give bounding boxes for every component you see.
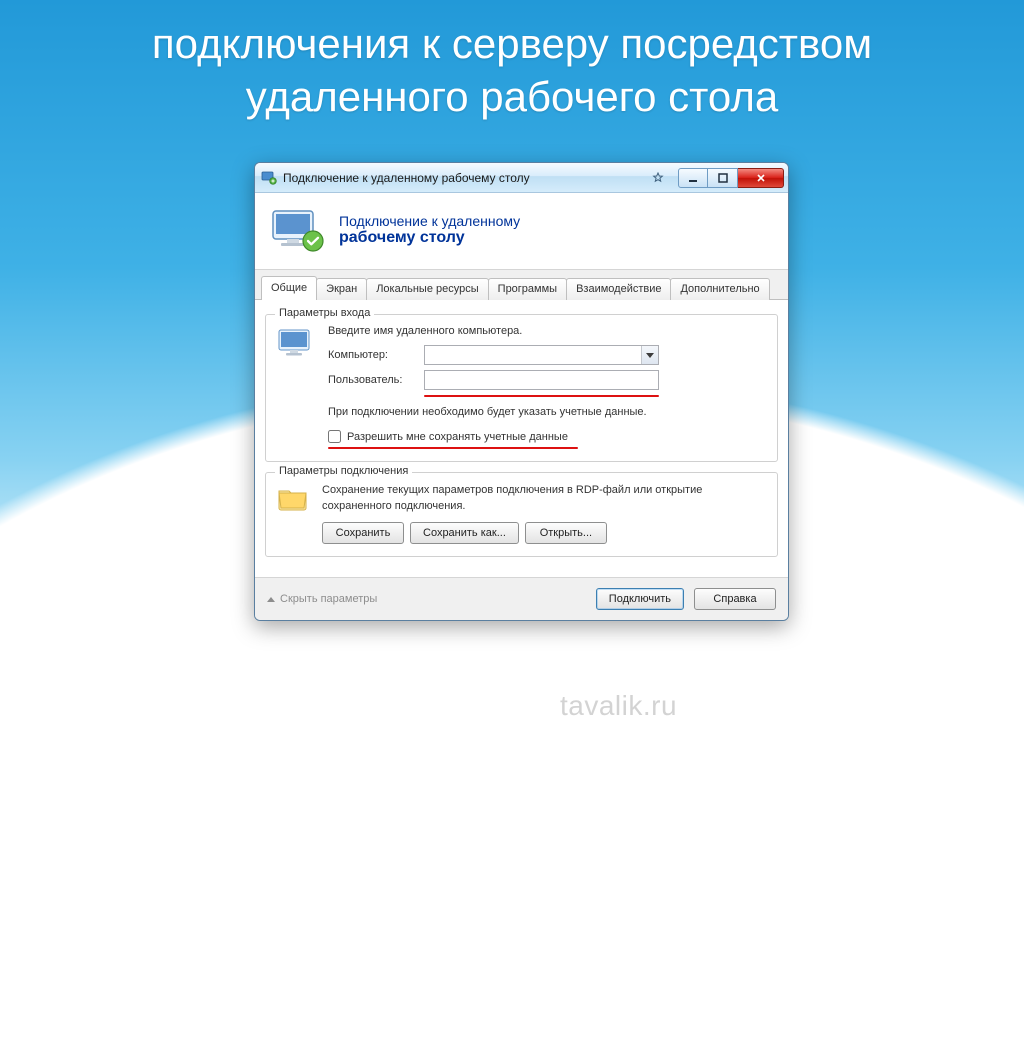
- login-group: Параметры входа Введите имя удаленного к…: [265, 314, 778, 462]
- header-banner: Подключение к удаленному рабочему столу: [255, 193, 788, 270]
- rdp-window: Подключение к удаленному рабочему столу: [254, 162, 789, 621]
- caret-up-icon: [267, 597, 275, 602]
- user-input[interactable]: [424, 370, 659, 390]
- connection-group-legend: Параметры подключения: [275, 465, 412, 477]
- user-label: Пользователь:: [328, 374, 418, 386]
- connection-desc: Сохранение текущих параметров подключени…: [322, 483, 767, 514]
- save-as-button[interactable]: Сохранить как...: [410, 522, 519, 544]
- minimize-button[interactable]: [678, 168, 708, 188]
- tab-general[interactable]: Общие: [261, 276, 317, 300]
- tab-advanced[interactable]: Дополнительно: [670, 278, 769, 300]
- connection-group: Параметры подключения Сохранение текущих…: [265, 472, 778, 557]
- window-title: Подключение к удаленному рабочему столу: [283, 171, 640, 185]
- folder-icon: [276, 483, 310, 544]
- maximize-button[interactable]: [708, 168, 738, 188]
- rdp-banner-icon: [269, 207, 327, 253]
- tab-local-resources[interactable]: Локальные ресурсы: [366, 278, 488, 300]
- pin-icon[interactable]: [646, 172, 670, 184]
- help-button[interactable]: Справка: [694, 588, 776, 610]
- dialog-footer: Скрыть параметры Подключить Справка: [255, 577, 788, 620]
- user-underline-annotation: [424, 395, 659, 397]
- header-line1: Подключение к удаленному: [339, 213, 520, 229]
- tab-programs[interactable]: Программы: [488, 278, 567, 300]
- titlebar[interactable]: Подключение к удаленному рабочему столу: [255, 163, 788, 193]
- tab-strip: Общие Экран Локальные ресурсы Программы …: [255, 270, 788, 300]
- slide-title: подключения к серверу посредством удален…: [0, 0, 1024, 123]
- checkbox-underline-annotation: [328, 447, 578, 449]
- save-button[interactable]: Сохранить: [322, 522, 404, 544]
- chevron-down-icon[interactable]: [641, 346, 658, 364]
- app-icon: [261, 170, 277, 186]
- login-instruction: Введите имя удаленного компьютера.: [328, 325, 767, 337]
- connect-button[interactable]: Подключить: [596, 588, 684, 610]
- tab-experience[interactable]: Взаимодействие: [566, 278, 671, 300]
- computer-label: Компьютер:: [328, 349, 418, 361]
- hide-options-link[interactable]: Скрыть параметры: [267, 593, 377, 605]
- open-button[interactable]: Открыть...: [525, 522, 607, 544]
- save-credentials-label: Разрешить мне сохранять учетные данные: [347, 431, 568, 443]
- login-group-legend: Параметры входа: [275, 307, 374, 319]
- save-credentials-input[interactable]: [328, 430, 341, 443]
- header-line2: рабочему столу: [339, 229, 520, 247]
- tab-display[interactable]: Экран: [316, 278, 367, 300]
- computer-combobox[interactable]: [424, 345, 659, 365]
- tab-pane-general: Параметры входа Введите имя удаленного к…: [255, 300, 788, 577]
- close-button[interactable]: [738, 168, 784, 188]
- save-credentials-checkbox[interactable]: Разрешить мне сохранять учетные данные: [328, 430, 767, 443]
- monitor-icon: [276, 325, 316, 449]
- credentials-note: При подключении необходимо будет указать…: [328, 405, 767, 420]
